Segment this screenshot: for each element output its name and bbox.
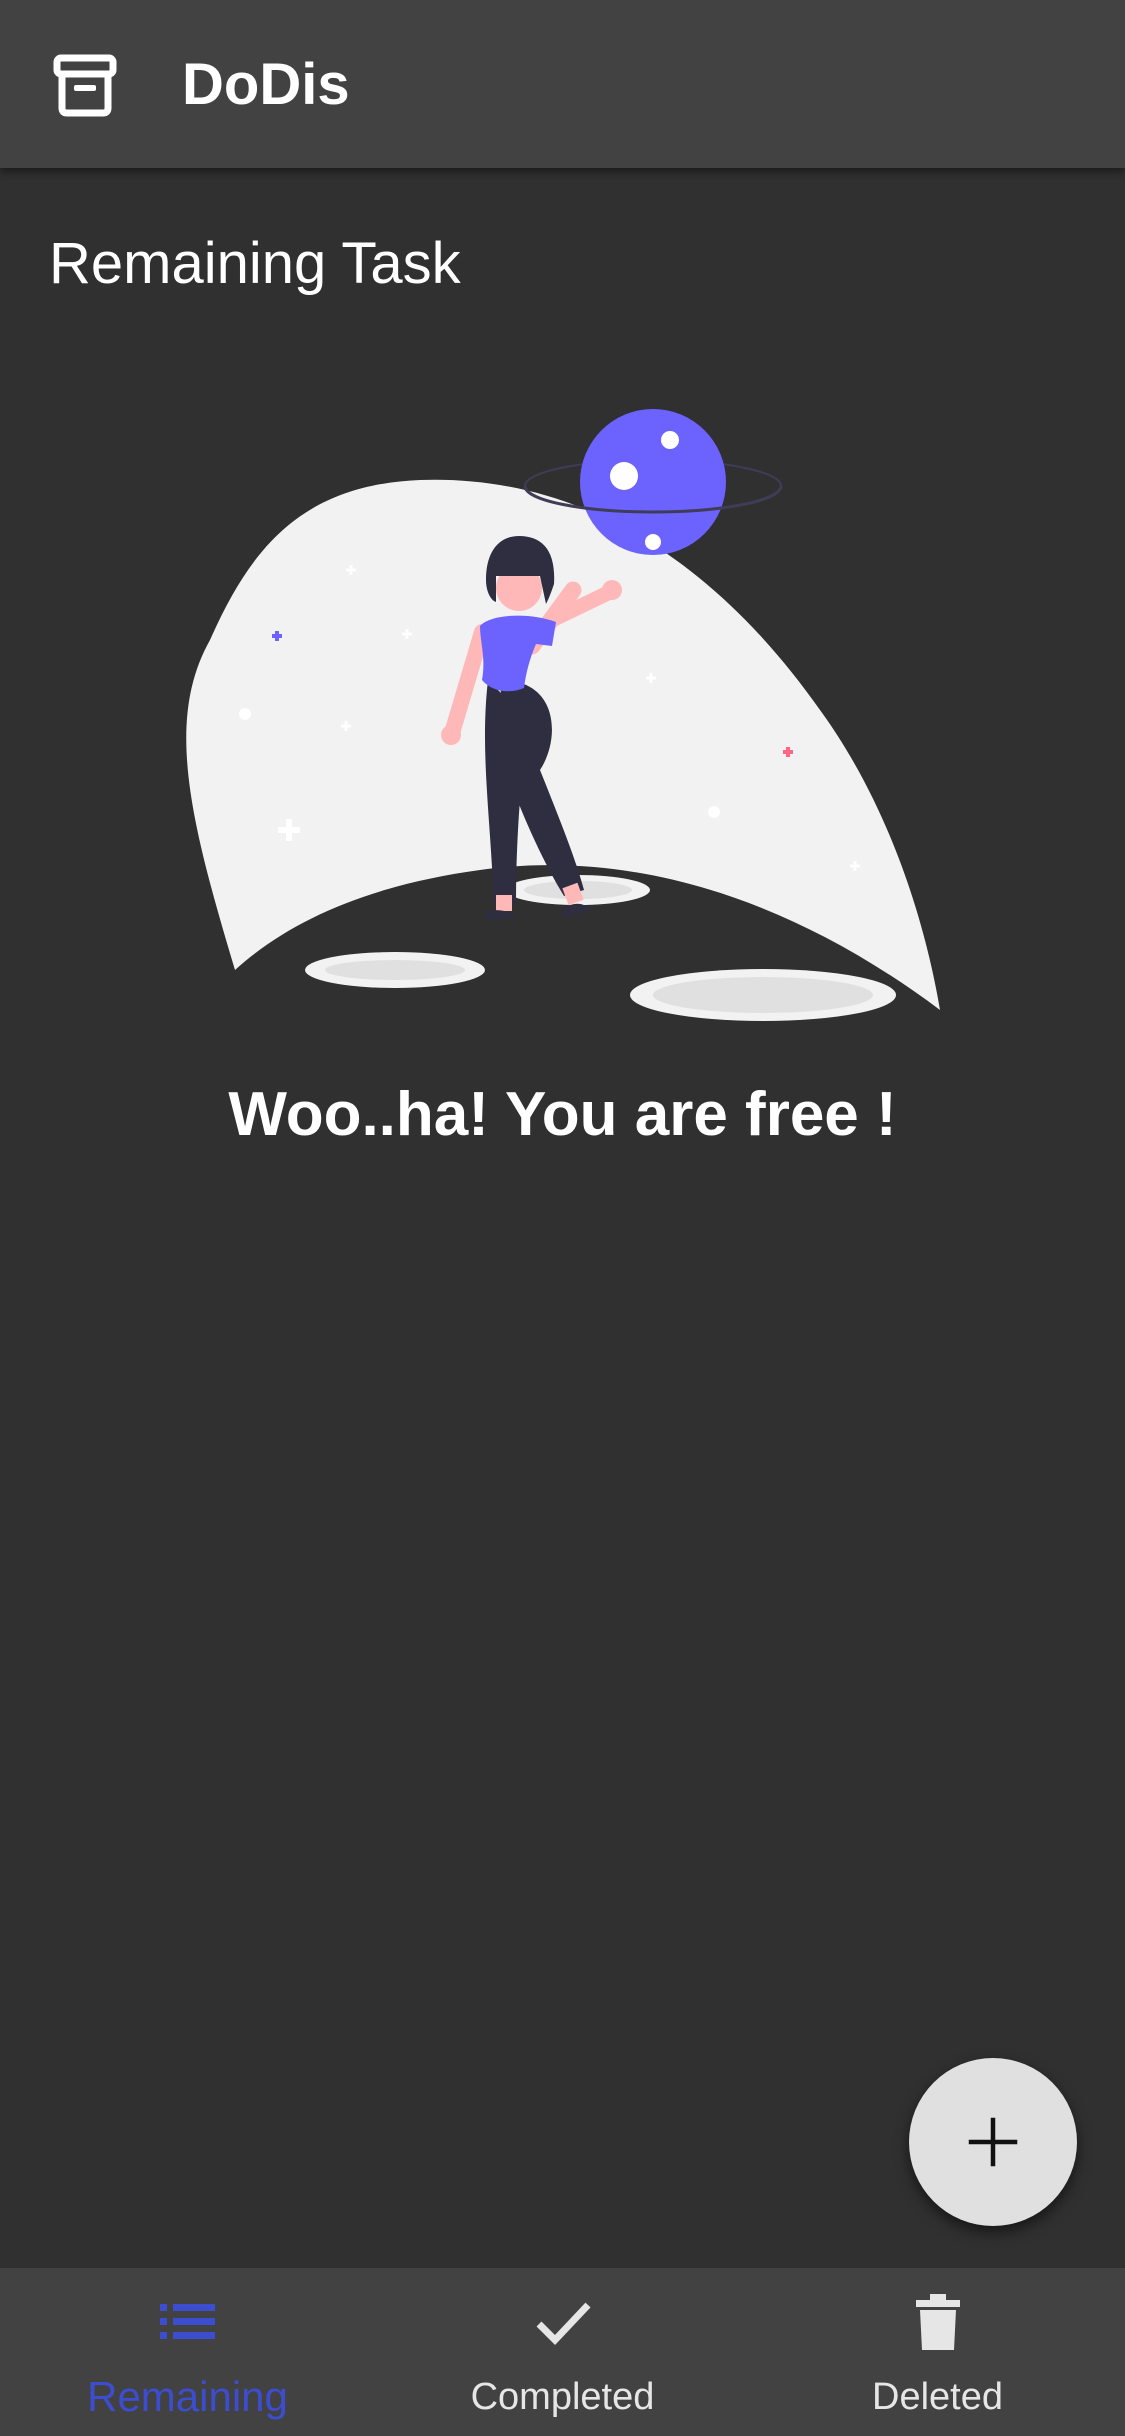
- app-bar: DoDis: [0, 0, 1125, 168]
- crater-shape: [653, 977, 873, 1013]
- check-icon: [536, 2302, 591, 2346]
- planet-spot: [610, 462, 638, 490]
- archive-box-icon: [53, 54, 117, 117]
- nav-item-remaining[interactable]: Remaining: [0, 2268, 375, 2436]
- bottom-navigation: Remaining Completed Deleted: [0, 2268, 1125, 2436]
- page-title: Remaining Task: [49, 231, 461, 296]
- planet: [580, 409, 726, 555]
- nav-item-completed[interactable]: Completed: [375, 2268, 750, 2436]
- planet-spot: [645, 534, 661, 550]
- empty-state-message: Woo..ha! You are free !: [228, 1080, 897, 1149]
- add-task-button[interactable]: [909, 2058, 1077, 2226]
- nav-label-remaining: Remaining: [87, 2373, 288, 2420]
- nav-item-deleted[interactable]: Deleted: [750, 2268, 1125, 2436]
- woman-on-moon-illustration: [186, 409, 950, 1030]
- star-dot: [708, 806, 720, 818]
- plus-icon: [968, 2117, 1018, 2167]
- app-title: DoDis: [182, 52, 350, 117]
- trash-icon: [915, 2294, 960, 2350]
- planet-spot: [661, 431, 679, 449]
- nav-label-deleted: Deleted: [872, 2376, 1003, 2418]
- nav-label-completed: Completed: [470, 2376, 655, 2418]
- list-icon: [159, 2304, 215, 2339]
- star-dot: [239, 708, 251, 720]
- crater-shape: [325, 960, 465, 980]
